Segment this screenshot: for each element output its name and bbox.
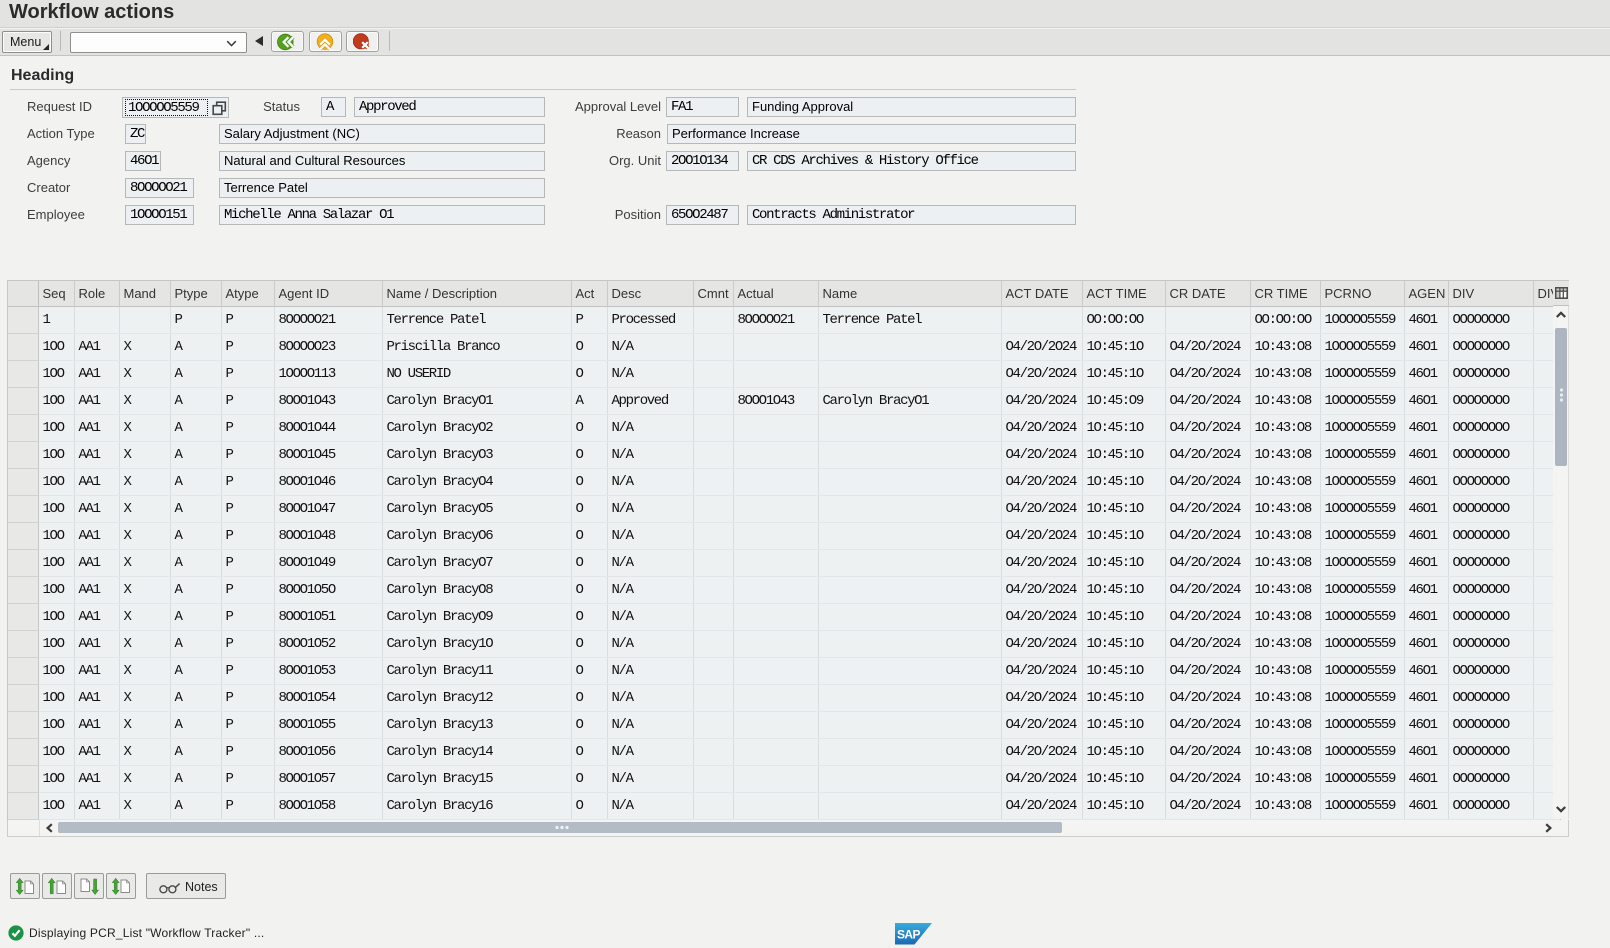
svg-text:SAP: SAP [897,928,920,942]
